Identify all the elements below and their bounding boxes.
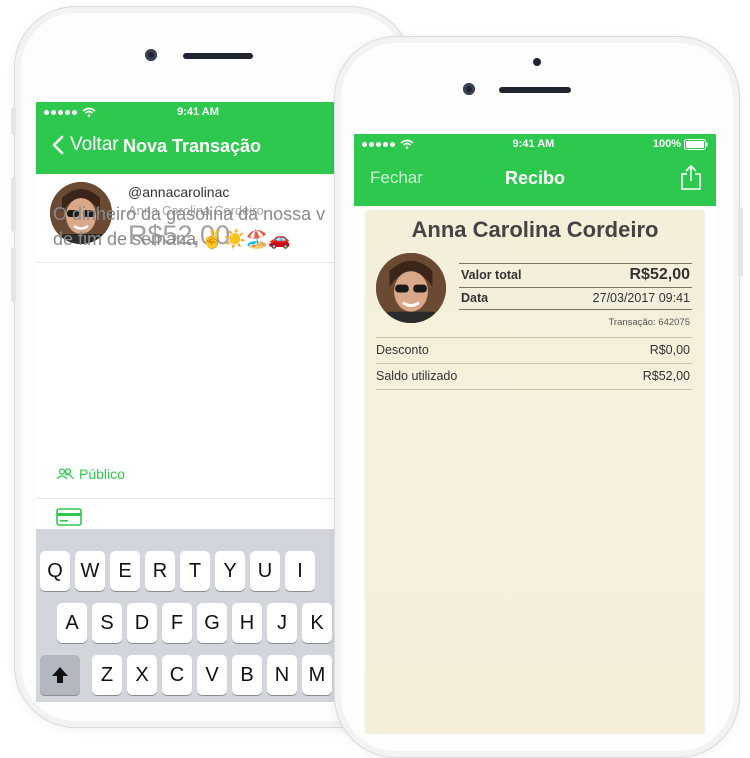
right-screen: 9:41 AM 100% Fechar Recibo Anna Carolina… bbox=[354, 134, 716, 734]
left-header: 9:41 AM Voltar Nova Transação bbox=[36, 102, 348, 174]
key-u[interactable]: U bbox=[250, 551, 280, 591]
privacy-selector[interactable]: Público bbox=[56, 466, 125, 482]
volume-down-button bbox=[11, 247, 16, 302]
receipt-paper: Anna Carolina Cordeiro Valor total R$52,… bbox=[366, 211, 704, 734]
status-time: 9:41 AM bbox=[512, 138, 555, 150]
key-z[interactable]: Z bbox=[92, 655, 122, 695]
volume-up-button bbox=[11, 177, 16, 232]
key-i[interactable]: I bbox=[285, 551, 315, 591]
key-v[interactable]: V bbox=[197, 655, 227, 695]
key-k[interactable]: K bbox=[302, 603, 332, 643]
message-line: de fim de semana ✌️☀️🏖️🚗 bbox=[53, 229, 291, 249]
front-camera bbox=[145, 49, 157, 61]
receipt-rule bbox=[376, 389, 692, 390]
balance-value: R$52,00 bbox=[642, 369, 690, 383]
status-bar: 9:41 AM 100% bbox=[354, 134, 716, 154]
key-f[interactable]: F bbox=[162, 603, 192, 643]
proximity-sensor bbox=[533, 58, 541, 66]
key-q[interactable]: Q bbox=[40, 551, 70, 591]
receipt-rule bbox=[376, 337, 692, 338]
recipient-username: @annacarolinac bbox=[128, 184, 230, 200]
right-header: 9:41 AM 100% Fechar Recibo bbox=[354, 134, 716, 206]
receipt-name: Anna Carolina Cordeiro bbox=[411, 217, 659, 242]
key-g[interactable]: G bbox=[197, 603, 227, 643]
battery-icon bbox=[683, 138, 708, 150]
divider bbox=[36, 498, 348, 499]
page-title: Recibo bbox=[504, 168, 565, 188]
front-camera bbox=[463, 83, 475, 95]
key-m[interactable]: M bbox=[302, 655, 332, 695]
earpiece-speaker bbox=[183, 53, 253, 59]
key-r[interactable]: R bbox=[145, 551, 175, 591]
total-value: R$52,00 bbox=[629, 266, 691, 283]
payment-method-button[interactable] bbox=[56, 508, 82, 531]
share-button[interactable] bbox=[680, 164, 702, 196]
key-j[interactable]: J bbox=[267, 603, 297, 643]
receipt-rule bbox=[459, 309, 692, 310]
left-screen: 9:41 AM Voltar Nova Transação @annacarol… bbox=[36, 102, 348, 702]
total-row: Valor total R$52,00 bbox=[461, 266, 690, 284]
discount-row: Desconto R$0,00 bbox=[376, 343, 690, 357]
transaction-row: Transação: 642075 bbox=[461, 317, 690, 328]
share-icon bbox=[681, 164, 701, 190]
key-w[interactable]: W bbox=[75, 551, 105, 591]
balance-label: Saldo utilizado bbox=[376, 369, 458, 383]
date-label: Data bbox=[461, 291, 489, 305]
shift-icon bbox=[52, 667, 68, 683]
date-value: 27/03/2017 09:41 bbox=[592, 291, 690, 305]
key-c[interactable]: C bbox=[162, 655, 192, 695]
credit-card-icon bbox=[56, 508, 82, 526]
discount-label: Desconto bbox=[376, 343, 429, 357]
transaction-id: Transação: 642075 bbox=[608, 317, 690, 328]
signal-icon bbox=[44, 107, 96, 117]
navigation-bar: Fechar Recibo bbox=[354, 154, 716, 206]
receipt-rule bbox=[459, 263, 692, 264]
battery-percent: 100% bbox=[652, 138, 681, 150]
key-t[interactable]: T bbox=[180, 551, 210, 591]
keyboard: Q W E R T Y U I A S D F G H J K Z X C V bbox=[36, 529, 348, 702]
receipt-rule bbox=[459, 287, 692, 288]
discount-value: R$0,00 bbox=[649, 343, 690, 357]
status-time: 9:41 AM bbox=[177, 106, 219, 118]
key-n[interactable]: N bbox=[267, 655, 297, 695]
key-x[interactable]: X bbox=[127, 655, 157, 695]
power-button bbox=[738, 207, 743, 277]
key-b[interactable]: B bbox=[232, 655, 262, 695]
message-field[interactable]: O dinheiro da gasolina da nossa v de fim… bbox=[53, 202, 348, 252]
signal-icon bbox=[362, 139, 414, 149]
mute-switch bbox=[11, 107, 16, 135]
balance-row: Saldo utilizado R$52,00 bbox=[376, 369, 690, 383]
key-s[interactable]: S bbox=[92, 603, 122, 643]
total-label: Valor total bbox=[461, 268, 522, 282]
key-d[interactable]: D bbox=[127, 603, 157, 643]
key-h[interactable]: H bbox=[232, 603, 262, 643]
avatar bbox=[376, 253, 446, 323]
people-icon bbox=[56, 468, 74, 480]
status-bar: 9:41 AM bbox=[36, 102, 348, 122]
receipt-rule bbox=[376, 363, 692, 364]
shift-key[interactable] bbox=[40, 655, 80, 695]
earpiece-speaker bbox=[499, 87, 571, 93]
message-line: O dinheiro da gasolina da nossa v bbox=[53, 204, 326, 224]
privacy-label: Público bbox=[79, 466, 125, 482]
key-y[interactable]: Y bbox=[215, 551, 245, 591]
wifi-icon bbox=[82, 107, 96, 117]
wifi-icon bbox=[400, 139, 414, 149]
key-a[interactable]: A bbox=[57, 603, 87, 643]
phone-right: 9:41 AM 100% Fechar Recibo Anna Carolina… bbox=[334, 36, 743, 758]
navigation-bar: Voltar Nova Transação bbox=[36, 122, 348, 174]
date-row: Data 27/03/2017 09:41 bbox=[461, 291, 690, 305]
page-title: Nova Transação bbox=[122, 136, 262, 156]
key-e[interactable]: E bbox=[110, 551, 140, 591]
